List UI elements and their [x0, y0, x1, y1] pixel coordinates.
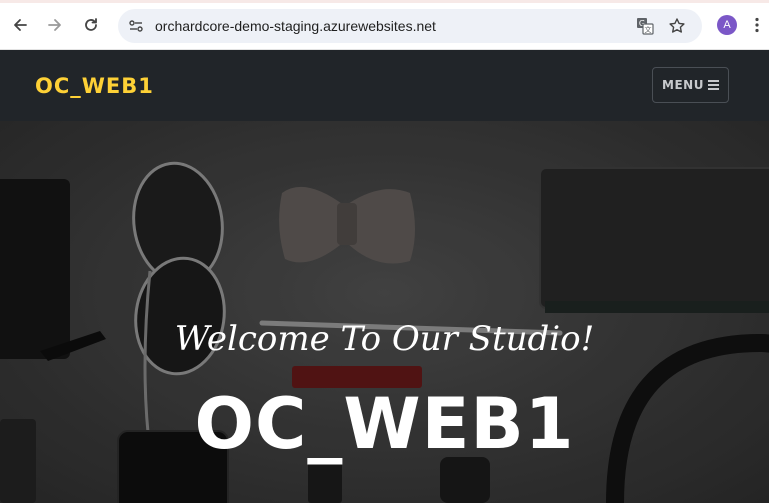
back-button[interactable]: [6, 11, 34, 39]
site-info-icon[interactable]: [128, 18, 144, 34]
forward-arrow-icon: [48, 19, 61, 31]
translate-icon[interactable]: G 文: [636, 17, 654, 35]
url-text[interactable]: orchardcore-demo-staging.azurewebsites.n…: [155, 18, 436, 34]
svg-text:文: 文: [645, 25, 652, 34]
address-bar[interactable]: orchardcore-demo-staging.azurewebsites.n…: [118, 9, 702, 43]
hero-lead-text: Welcome To Our Studio!: [174, 319, 595, 359]
reload-icon: [85, 18, 97, 31]
site-navbar: OC_WEB1 MENU: [0, 50, 769, 121]
site-brand[interactable]: OC_WEB1: [35, 74, 154, 98]
browser-toolbar: orchardcore-demo-staging.azurewebsites.n…: [0, 0, 769, 50]
bookmark-star-icon[interactable]: [668, 17, 686, 35]
hamburger-icon: [707, 80, 719, 90]
profile-avatar[interactable]: A: [717, 15, 737, 35]
reload-button[interactable]: [77, 11, 105, 39]
avatar-letter: A: [723, 19, 731, 31]
more-vert-icon[interactable]: [754, 17, 760, 33]
tab-strip-edge: [0, 0, 769, 3]
hero-heading: OC_WEB1: [194, 383, 575, 465]
menu-toggle-button[interactable]: MENU: [652, 67, 729, 103]
hero-section: Welcome To Our Studio! OC_WEB1: [0, 121, 769, 503]
forward-button[interactable]: [41, 11, 69, 39]
menu-label: MENU: [662, 78, 704, 92]
back-arrow-icon: [14, 19, 27, 31]
